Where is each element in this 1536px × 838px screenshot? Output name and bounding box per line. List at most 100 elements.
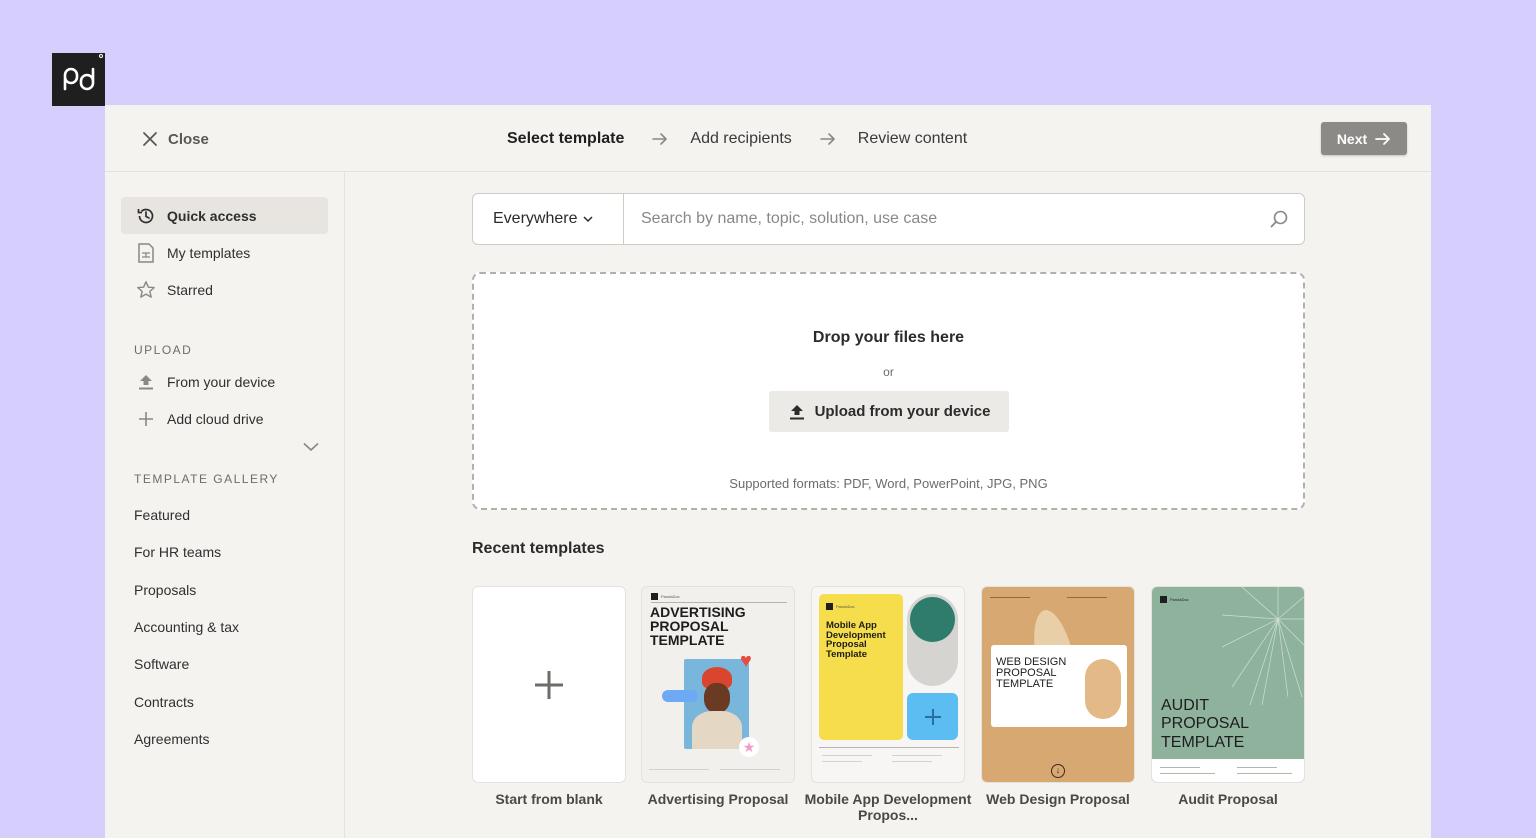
gallery-item-agreements[interactable]: Agreements (134, 731, 209, 747)
chevron-down-icon (583, 215, 594, 222)
arrow-right-icon (1375, 132, 1391, 145)
template-card-label[interactable]: Advertising Proposal (628, 791, 808, 807)
template-card-label[interactable]: Web Design Proposal (968, 791, 1148, 807)
sidebar: Quick access My templates Starred UPLOAD… (105, 172, 345, 838)
sidebar-item-label: My templates (167, 244, 251, 261)
next-button[interactable]: Next (1321, 122, 1407, 155)
divider (651, 602, 787, 603)
thumb-title: ADVERTISING PROPOSAL TEMPLATE (650, 604, 746, 648)
thumb-starburst (1222, 587, 1304, 706)
template-card-label[interactable]: Mobile App Development Propos... (798, 791, 978, 823)
search-scope-value: Everywhere (493, 210, 578, 227)
thumb-photo (684, 659, 749, 749)
step-add-recipients: Add recipients (690, 130, 792, 147)
pandadoc-logo-icon (651, 593, 658, 600)
template-card-audit[interactable]: PandaDoc AUDIT PROPOSAL TEMPLATE (1151, 586, 1305, 783)
gallery-item-hr-teams[interactable]: For HR teams (134, 544, 221, 560)
gallery-item-software[interactable]: Software (134, 656, 189, 672)
thumb-title: WEB DESIGN PROPOSAL TEMPLATE (996, 656, 1067, 690)
star-badge-icon: ★ (739, 737, 759, 757)
template-card-blank[interactable] (472, 586, 626, 783)
top-bar: Close Select template Add recipients Rev… (105, 105, 1431, 172)
dropzone-title: Drop your files here (812, 329, 965, 346)
recent-templates-heading: Recent templates (472, 540, 605, 557)
sidebar-item-quick-access[interactable]: Quick access (121, 197, 328, 234)
template-card-label[interactable]: Start from blank (459, 791, 639, 807)
search-icon[interactable] (1254, 194, 1304, 244)
gallery-item-contracts[interactable]: Contracts (134, 694, 194, 710)
registered-mark (99, 54, 103, 58)
thumb-toggle (907, 594, 958, 686)
pandadoc-logo-icon (63, 67, 94, 90)
footer-line (892, 761, 932, 762)
download-circle-icon: ↓ (1051, 764, 1065, 778)
heart-icon: ♥ (740, 650, 752, 672)
template-gallery-heading: TEMPLATE GALLERY (134, 472, 279, 486)
sidebar-item-label: Starred (167, 281, 213, 298)
footer-line (892, 755, 942, 756)
thumb-title: Mobile App Development Proposal Template (826, 620, 886, 660)
thumb-brand: PandaDoc (661, 594, 680, 599)
arrow-right-icon (819, 132, 836, 146)
upload-section-heading: UPLOAD (134, 343, 193, 357)
upload-from-device-button[interactable]: Upload from your device (769, 391, 1009, 432)
template-selection-dialog: Close Select template Add recipients Rev… (105, 105, 1431, 838)
sidebar-item-label: From your device (167, 373, 276, 390)
search-input[interactable] (624, 194, 1254, 244)
file-dropzone[interactable]: Drop your files here or Upload from your… (472, 272, 1305, 510)
search-bar: Everywhere (472, 193, 1305, 245)
template-card-label[interactable]: Audit Proposal (1138, 791, 1318, 807)
wizard-steps: Select template Add recipients Review co… (507, 127, 967, 151)
step-review-content: Review content (857, 130, 968, 147)
document-icon (135, 242, 157, 264)
arrow-right-icon (652, 132, 668, 146)
divider (819, 747, 959, 748)
plus-icon (924, 708, 941, 725)
next-label: Next (1336, 130, 1368, 147)
pandadoc-logo (52, 53, 105, 106)
template-card-advertising[interactable]: PandaDoc ADVERTISING PROPOSAL TEMPLATE ♥… (641, 586, 795, 783)
history-icon (135, 205, 157, 227)
sidebar-item-starred[interactable]: Starred (121, 271, 328, 308)
footer-line (720, 769, 780, 770)
sidebar-item-my-templates[interactable]: My templates (121, 234, 328, 271)
upload-icon (135, 371, 157, 393)
gallery-item-proposals[interactable]: Proposals (134, 582, 196, 598)
template-card-web-design[interactable]: WEB DESIGN PROPOSAL TEMPLATE ↓ (981, 586, 1135, 783)
sidebar-item-add-cloud-drive[interactable]: Add cloud drive (121, 400, 328, 437)
gallery-item-accounting-tax[interactable]: Accounting & tax (134, 619, 239, 635)
step-select-template: Select template (507, 130, 625, 147)
close-button[interactable]: Close (141, 127, 209, 151)
supported-formats: Supported formats: PDF, Word, PowerPoint… (729, 476, 1048, 491)
pandadoc-logo-icon (1160, 596, 1167, 603)
thumb-brand: PandaDoc (836, 604, 855, 609)
close-label: Close (168, 130, 209, 148)
thumb-yellow-panel: PandaDoc Mobile App Development Proposal… (819, 594, 903, 740)
sidebar-item-label: Quick access (167, 207, 257, 224)
chevron-down-icon[interactable] (303, 442, 319, 452)
sidebar-item-from-device[interactable]: From your device (121, 363, 328, 400)
header-line (1067, 597, 1107, 598)
thumb-window: WEB DESIGN PROPOSAL TEMPLATE (991, 645, 1127, 727)
pandadoc-logo-icon (826, 603, 833, 610)
thumb-plus-tile (907, 693, 958, 740)
footer-line (822, 761, 862, 762)
plus-icon (135, 408, 157, 430)
dropzone-or: or (883, 365, 894, 379)
search-pill (662, 690, 698, 702)
header-line (990, 597, 1030, 598)
plus-icon (535, 670, 563, 699)
sidebar-item-label: Add cloud drive (167, 410, 264, 427)
upload-button-label: Upload from your device (814, 403, 991, 420)
thumb-brand: PandaDoc (1170, 597, 1189, 602)
upload-icon (789, 404, 804, 419)
footer-line (822, 755, 872, 756)
star-icon (135, 279, 157, 301)
thumb-title: AUDIT PROPOSAL TEMPLATE (1161, 697, 1249, 751)
footer-line (649, 769, 709, 770)
template-card-mobile-app[interactable]: PandaDoc Mobile App Development Proposal… (811, 586, 965, 783)
gallery-item-featured[interactable]: Featured (134, 507, 190, 523)
close-icon (143, 132, 157, 146)
search-scope-dropdown[interactable]: Everywhere (473, 194, 624, 244)
thumb-footer (1152, 759, 1304, 782)
